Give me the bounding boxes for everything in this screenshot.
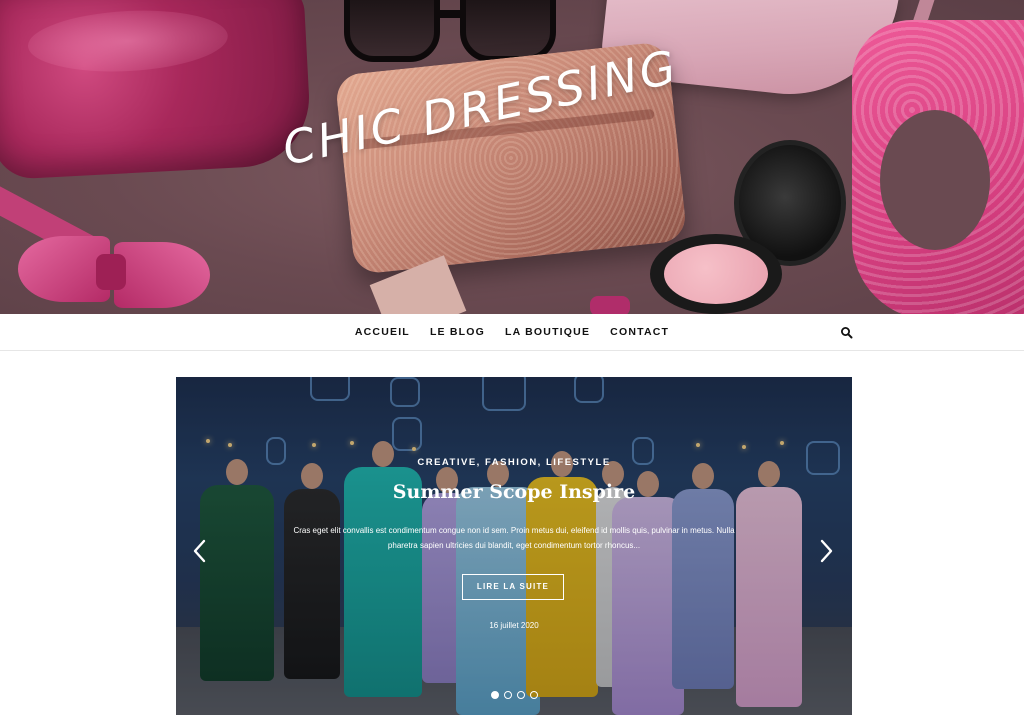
nav-item-le-blog[interactable]: LE BLOG bbox=[420, 314, 495, 350]
nav-item-accueil[interactable]: ACCUEIL bbox=[345, 314, 420, 350]
slider-dot-2[interactable] bbox=[503, 691, 512, 699]
velvet-top-image bbox=[0, 0, 313, 181]
slider-dot-4[interactable] bbox=[529, 691, 538, 699]
slider-dot-3[interactable] bbox=[516, 691, 525, 699]
slide-excerpt: Cras eget elit convallis est condimentum… bbox=[293, 526, 735, 550]
featured-slider: CREATIVE, FASHION, LIFESTYLE Summer Scop… bbox=[176, 377, 852, 715]
slider-dot-1[interactable] bbox=[490, 691, 499, 699]
search-icon[interactable] bbox=[840, 325, 854, 339]
chevron-right-icon[interactable] bbox=[816, 537, 836, 565]
header-banner: CHIC DRESSING bbox=[0, 0, 1024, 314]
nav-item-contact[interactable]: CONTACT bbox=[600, 314, 679, 350]
slide-title[interactable]: Summer Scope Inspire bbox=[176, 481, 852, 503]
lipstick-image bbox=[590, 296, 630, 314]
powder-compact-image bbox=[650, 138, 850, 314]
chevron-left-icon[interactable] bbox=[190, 537, 210, 565]
slider-pagination bbox=[176, 691, 852, 699]
nav-item-la-boutique[interactable]: LA BOUTIQUE bbox=[495, 314, 600, 350]
main-navigation: ACCUEIL LE BLOG LA BOUTIQUE CONTACT bbox=[0, 314, 1024, 351]
nav-menu: ACCUEIL LE BLOG LA BOUTIQUE CONTACT bbox=[0, 314, 1024, 350]
slide-date: 16 juillet 2020 bbox=[489, 621, 539, 630]
background-gap bbox=[880, 110, 990, 250]
read-more-button[interactable]: LIRE LA SUITE bbox=[462, 574, 564, 600]
slide-categories[interactable]: CREATIVE, FASHION, LIFESTYLE bbox=[176, 457, 852, 468]
bow-tie-image bbox=[18, 228, 210, 314]
